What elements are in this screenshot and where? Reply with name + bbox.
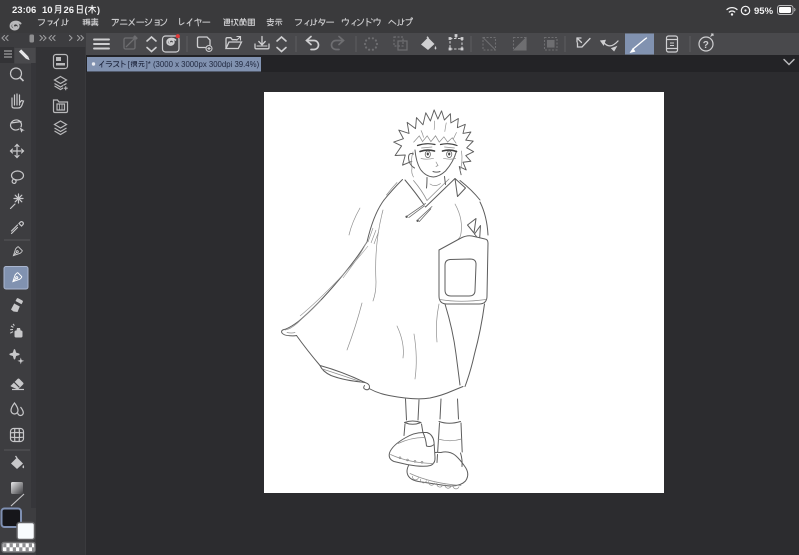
svg-text:]* (3000 x 3000px 300dpi 39.4%: ]* (3000 x 3000px 300dpi 39.4%) bbox=[146, 60, 260, 69]
